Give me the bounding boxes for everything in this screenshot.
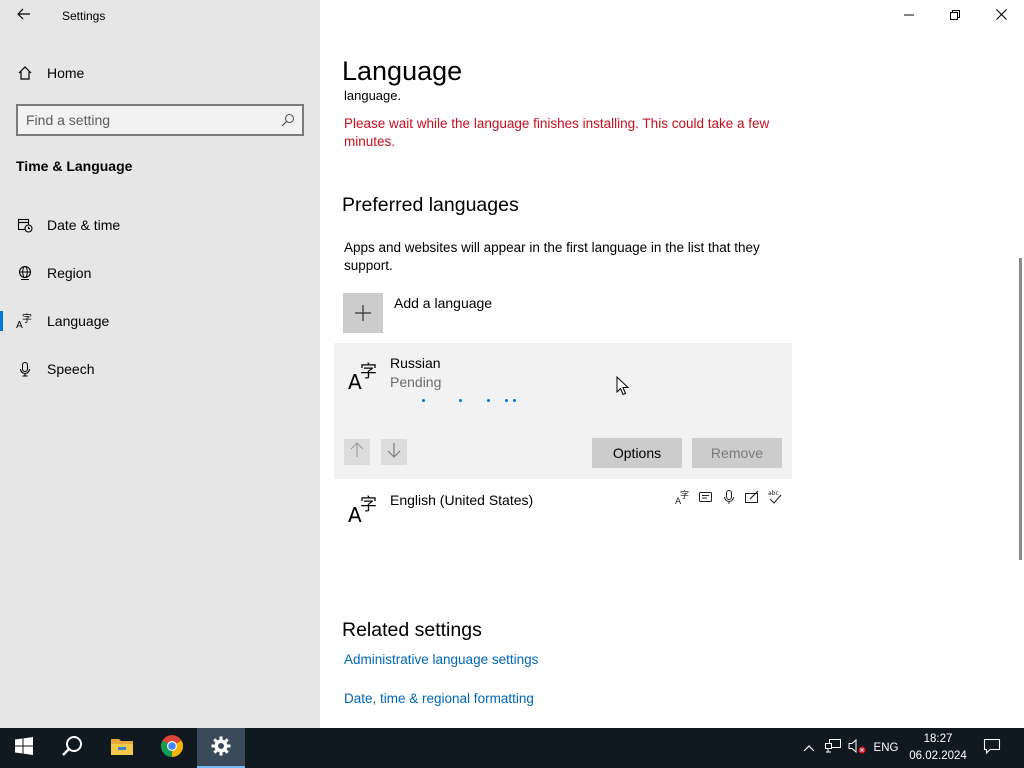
language-name: Russian (390, 355, 441, 371)
file-explorer-icon (110, 736, 134, 761)
sidebar-item-region[interactable]: Region (0, 253, 320, 293)
home-icon (16, 64, 34, 82)
back-arrow-icon (17, 7, 31, 25)
network-button[interactable] (822, 728, 844, 768)
tray-overflow-button[interactable] (798, 728, 820, 768)
svg-text:字: 字 (360, 362, 377, 382)
language-name: English (United States) (390, 492, 534, 508)
notification-icon (983, 737, 1001, 760)
arrow-down-icon (387, 442, 401, 463)
start-button[interactable] (0, 728, 48, 768)
speech-recognition-icon (720, 488, 738, 506)
search-input[interactable] (26, 109, 276, 131)
sidebar: Settings Home Time & Language Date & tim… (0, 0, 320, 728)
sidebar-item-label: Home (47, 65, 85, 81)
taskbar-file-explorer[interactable] (98, 728, 146, 768)
clock[interactable]: 18:27 06.02.2024 (906, 731, 970, 765)
taskbar-search-button[interactable] (48, 728, 96, 768)
clock-time: 18:27 (923, 733, 953, 745)
language-status: Pending (390, 374, 442, 390)
arrow-up-icon (350, 441, 364, 463)
clock-date: 06.02.2024 (909, 750, 967, 762)
svg-text:字: 字 (680, 489, 689, 501)
taskbar: ENG 18:27 06.02.2024 (0, 728, 1024, 768)
svg-text:abc: abc (768, 490, 779, 497)
main-content: Language language. Please wait while the… (320, 0, 1024, 728)
mouse-pointer-icon (616, 375, 630, 401)
add-language-button[interactable]: Add a language (343, 293, 543, 333)
volume-muted-icon (848, 738, 866, 759)
globe-icon (16, 264, 34, 282)
language-icon: A字 (348, 494, 380, 529)
svg-text:字: 字 (360, 495, 377, 515)
volume-button[interactable] (846, 728, 868, 768)
sidebar-item-label: Region (47, 265, 92, 281)
sidebar-item-speech[interactable]: Speech (0, 349, 320, 389)
display-language-icon: A字 (674, 488, 692, 506)
search-icon (61, 735, 83, 762)
options-button[interactable]: Options (592, 438, 682, 468)
admin-language-settings-link[interactable]: Administrative language settings (344, 652, 538, 667)
input-language-label: ENG (873, 742, 899, 754)
progress-dots (422, 399, 532, 405)
regional-formatting-link[interactable]: Date, time & regional formatting (344, 691, 534, 706)
search-icon[interactable] (280, 112, 296, 128)
preferred-languages-description: Apps and websites will appear in the fir… (344, 240, 760, 273)
sidebar-item-home[interactable]: Home (0, 53, 320, 93)
svg-text:字: 字 (22, 312, 32, 325)
microphone-icon (16, 360, 34, 378)
text-to-speech-icon (697, 488, 715, 506)
search-box[interactable] (16, 104, 304, 136)
remove-button[interactable]: Remove (692, 438, 782, 468)
add-language-label: Add a language (394, 295, 493, 311)
language-icon: A字 (16, 312, 34, 330)
language-features: A字 abc (674, 488, 784, 506)
spell-check-icon: abc (766, 488, 784, 506)
sidebar-item-label: Language (47, 313, 110, 329)
sidebar-group-title: Time & Language (16, 158, 133, 174)
sidebar-item-label: Date & time (47, 217, 121, 233)
scrolled-text-fragment: language. (344, 88, 402, 103)
plus-icon (343, 293, 383, 333)
start-icon (15, 736, 33, 760)
scrollbar[interactable] (1019, 258, 1022, 560)
handwriting-icon (743, 488, 761, 506)
preferred-languages-title: Preferred languages (342, 194, 519, 216)
settings-icon (211, 736, 231, 761)
move-down-button[interactable] (381, 439, 407, 465)
chrome-icon (160, 734, 184, 763)
language-icon: A字 (348, 361, 380, 396)
language-item-english[interactable]: A字 English (United States) A字 abc (334, 482, 792, 532)
action-center-button[interactable] (978, 728, 1006, 768)
settings-window: Settings Home Time & Language Date & tim… (0, 0, 1024, 728)
app-title: Settings (62, 9, 106, 23)
page-title: Language (342, 56, 463, 86)
calendar-clock-icon (16, 216, 34, 234)
sidebar-item-date-time[interactable]: Date & time (0, 205, 320, 245)
language-item-russian[interactable]: A字 Russian Pending Options Remove (334, 343, 792, 479)
sidebar-item-label: Speech (47, 361, 95, 377)
taskbar-chrome[interactable] (148, 728, 196, 768)
move-up-button[interactable] (344, 439, 370, 465)
taskbar-settings[interactable] (197, 728, 245, 768)
chevron-up-icon (803, 739, 815, 757)
network-icon (824, 738, 842, 759)
input-language-button[interactable]: ENG (870, 728, 902, 768)
back-button[interactable] (10, 4, 38, 28)
install-warning: Please wait while the language finishes … (344, 116, 770, 149)
related-settings-title: Related settings (342, 619, 482, 641)
sidebar-item-language[interactable]: A字 Language (0, 301, 320, 341)
